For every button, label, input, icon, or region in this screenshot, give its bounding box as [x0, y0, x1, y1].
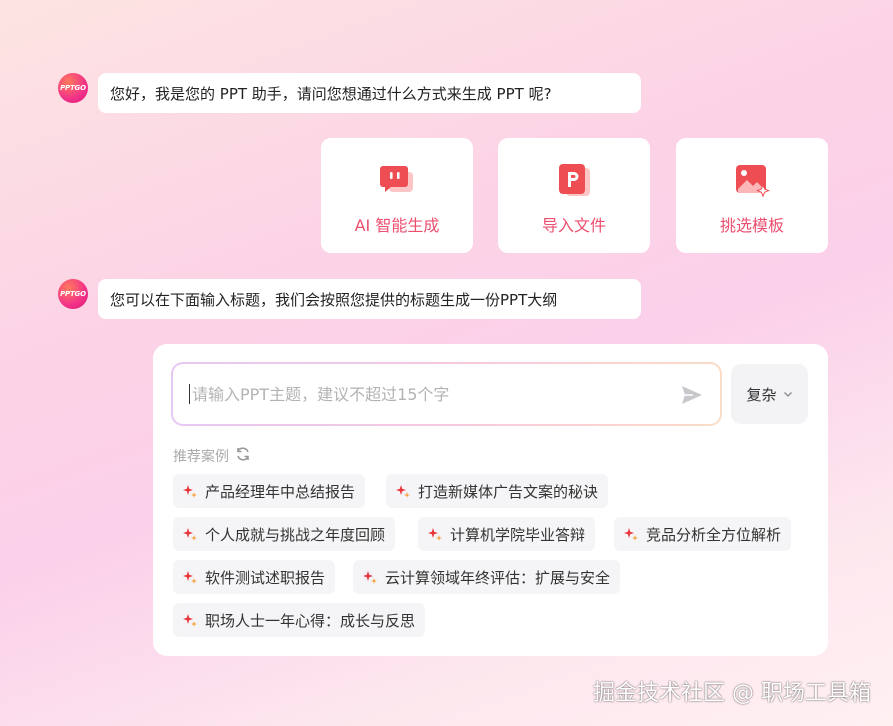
greeting-message: 您好，我是您的 PPT 助手，请问您想通过什么方式来生成 PPT 呢? — [98, 73, 641, 113]
recommend-chip[interactable]: 个人成就与挑战之年度回顾 — [173, 517, 396, 551]
recommend-chip[interactable]: 打造新媒体广告文案的秘诀 — [386, 474, 609, 508]
instruction-text: 您可以在下面输入标题，我们会按照您提供的标题生成一份PPT大纲 — [110, 290, 558, 309]
sparkle-icon — [183, 484, 197, 498]
option-ai-generate[interactable]: AI 智能生成 — [321, 138, 473, 253]
recommend-chip[interactable]: 软件测试述职报告 — [173, 560, 336, 594]
topic-input-wrapper — [171, 362, 722, 426]
sparkle-icon — [363, 570, 377, 584]
chip-label: 产品经理年中总结报告 — [205, 482, 356, 501]
input-panel: 复杂 推荐案例 产品经理年中总结报告 打造新媒体广告文案的秘诀 个人成就与挑战之… — [153, 344, 828, 656]
sparkle-icon — [183, 527, 197, 541]
sparkle-icon — [183, 570, 197, 584]
sparkle-icon — [183, 613, 197, 627]
chip-label: 云计算领域年终评估：扩展与安全 — [385, 568, 611, 587]
recommend-chip[interactable]: 职场人士一年心得：成长与反思 — [173, 603, 426, 637]
complexity-value: 复杂 — [746, 385, 777, 404]
chip-label: 打造新媒体广告文案的秘诀 — [418, 482, 599, 501]
assistant-avatar: PPTGO — [58, 279, 88, 309]
topic-input[interactable] — [189, 384, 659, 404]
option-label: 挑选模板 — [719, 216, 784, 235]
assistant-avatar: PPTGO — [58, 73, 88, 103]
chip-label: 个人成就与挑战之年度回顾 — [205, 525, 386, 544]
ppt-file-icon — [556, 162, 592, 198]
recommend-chip[interactable]: 竞品分析全方位解析 — [614, 517, 792, 551]
chip-label: 职场人士一年心得：成长与反思 — [205, 611, 416, 630]
option-import-file[interactable]: 导入文件 — [498, 138, 650, 253]
instruction-message: 您可以在下面输入标题，我们会按照您提供的标题生成一份PPT大纲 — [98, 279, 641, 319]
greeting-text: 您好，我是您的 PPT 助手，请问您想通过什么方式来生成 PPT 呢? — [110, 84, 552, 103]
recommend-header: 推荐案例 — [173, 446, 251, 466]
refresh-icon[interactable] — [235, 446, 251, 466]
complexity-select[interactable]: 复杂 — [731, 364, 808, 424]
recommend-chip[interactable]: 计算机学院毕业答辩 — [418, 517, 596, 551]
template-image-icon — [734, 162, 770, 198]
sparkle-icon — [396, 484, 410, 498]
ai-chat-icon — [379, 162, 415, 198]
recommend-chip[interactable]: 云计算领域年终评估：扩展与安全 — [353, 560, 621, 594]
recommend-title: 推荐案例 — [173, 449, 229, 465]
watermark: 掘金技术社区 @ 职场工具箱 — [593, 681, 871, 706]
option-label: 导入文件 — [541, 216, 606, 235]
chip-label: 计算机学院毕业答辩 — [450, 525, 586, 544]
send-icon[interactable] — [680, 383, 704, 407]
chevron-down-icon — [783, 385, 793, 403]
option-label: AI 智能生成 — [354, 216, 440, 235]
option-pick-template[interactable]: 挑选模板 — [676, 138, 828, 253]
chip-label: 竞品分析全方位解析 — [646, 525, 782, 544]
chip-label: 软件测试述职报告 — [205, 568, 326, 587]
sparkle-icon — [624, 527, 638, 541]
sparkle-icon — [428, 527, 442, 541]
recommend-chip[interactable]: 产品经理年中总结报告 — [173, 474, 366, 508]
